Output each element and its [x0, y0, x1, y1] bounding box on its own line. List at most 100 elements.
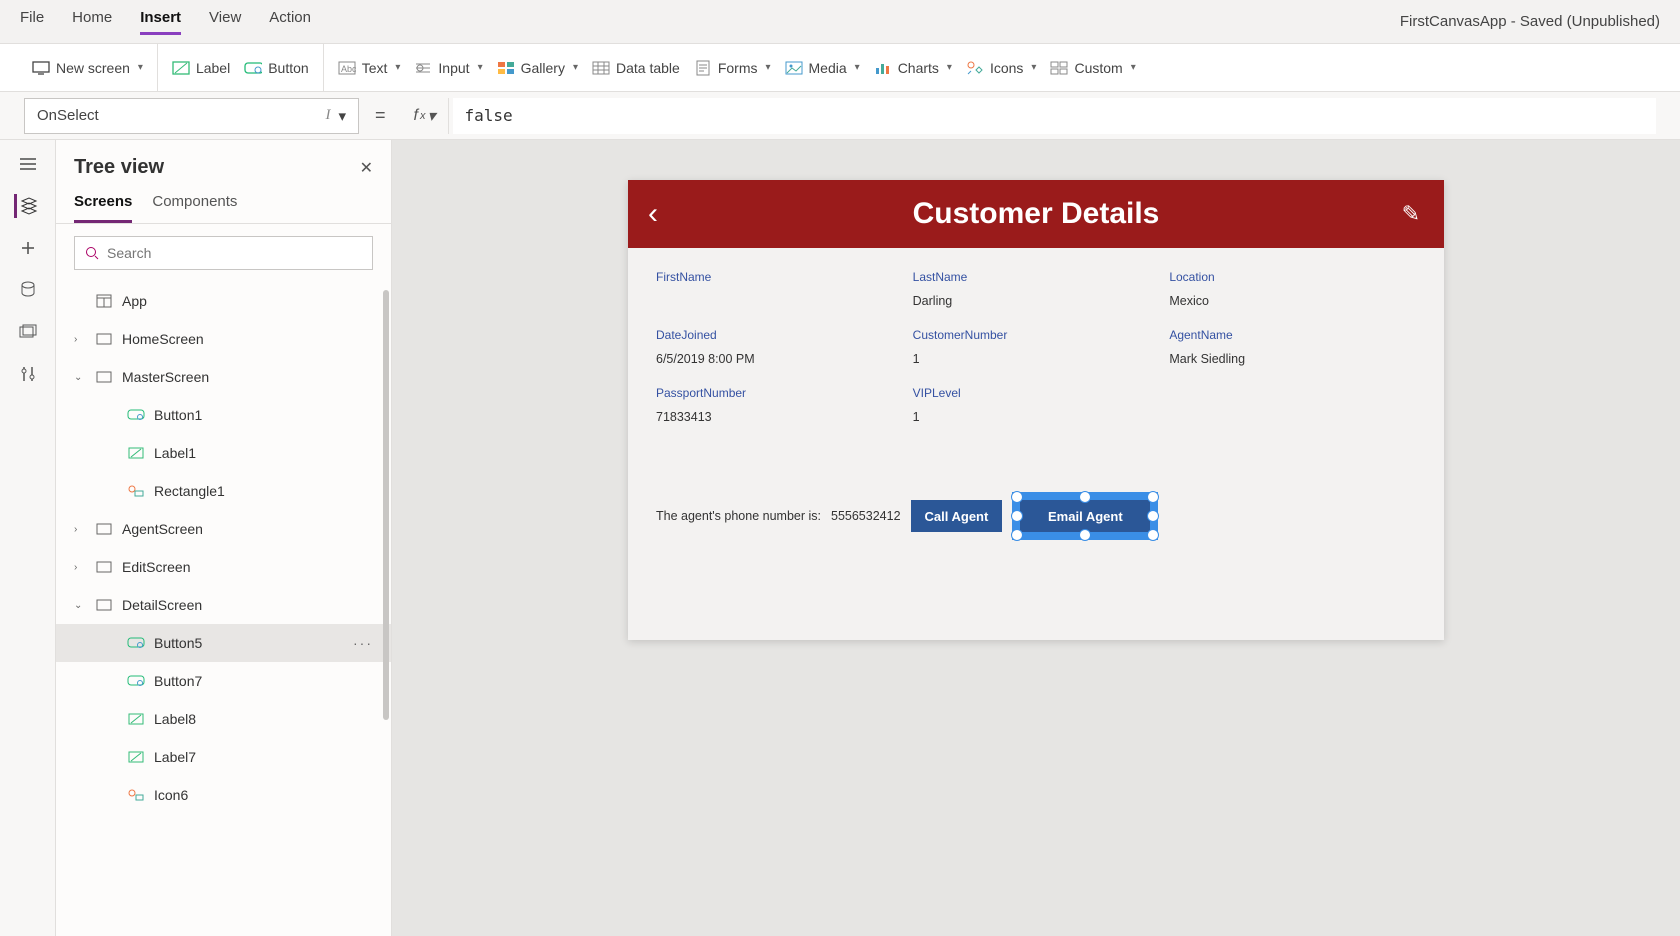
- forms-dropdown[interactable]: Forms▾: [694, 59, 771, 77]
- chevron-down-icon: ⌄: [74, 372, 86, 383]
- value-firstname: [656, 294, 903, 318]
- insert-button-button[interactable]: Button: [244, 59, 308, 77]
- tree-node-masterscreen[interactable]: ⌄ MasterScreen: [56, 358, 391, 396]
- insert-label-text: Label: [196, 60, 230, 76]
- menu-home[interactable]: Home: [72, 9, 112, 35]
- insert-button-text: Button: [268, 60, 308, 76]
- insert-label-button[interactable]: Label: [172, 59, 230, 77]
- new-screen-label: New screen: [56, 60, 130, 76]
- custom-dropdown[interactable]: Custom▾: [1050, 59, 1135, 77]
- value-location: Mexico: [1169, 294, 1416, 318]
- formula-input[interactable]: [453, 98, 1657, 134]
- hamburger-icon[interactable]: [16, 152, 40, 176]
- screen-node-icon: [94, 596, 114, 614]
- edit-icon[interactable]: ✎: [1402, 201, 1420, 227]
- tree-view-title: Tree view: [74, 156, 164, 179]
- chevron-down-icon: ▾: [427, 106, 435, 126]
- resize-handle[interactable]: [1147, 529, 1159, 541]
- selected-control[interactable]: Email Agent: [1012, 492, 1158, 540]
- tree-node-label1[interactable]: Label1: [56, 434, 391, 472]
- tab-components[interactable]: Components: [152, 187, 237, 223]
- new-screen-button[interactable]: New screen ▾: [32, 59, 143, 77]
- label-lastname: LastName: [913, 266, 1160, 288]
- back-icon[interactable]: ‹: [648, 197, 658, 231]
- tree-node-app[interactable]: App: [56, 282, 391, 320]
- button-node-icon: [126, 672, 146, 690]
- resize-handle[interactable]: [1079, 529, 1091, 541]
- menu-insert[interactable]: Insert: [140, 9, 181, 35]
- chevron-right-icon: ›: [74, 524, 86, 535]
- insert-icon[interactable]: [16, 236, 40, 260]
- screen-node-icon: [94, 558, 114, 576]
- chevron-down-icon: ▾: [1131, 62, 1136, 73]
- resize-handle[interactable]: [1147, 491, 1159, 503]
- tree-search-input[interactable]: [107, 245, 362, 261]
- tree-node-label7[interactable]: Label7: [56, 738, 391, 776]
- email-agent-button[interactable]: Email Agent: [1020, 500, 1150, 532]
- label-vip: VIPLevel: [913, 382, 1160, 404]
- text-icon: Abc: [338, 59, 356, 77]
- menu-view[interactable]: View: [209, 9, 241, 35]
- tree-node-homescreen[interactable]: › HomeScreen: [56, 320, 391, 358]
- screen-node-icon: [94, 520, 114, 538]
- icons-icon: [966, 59, 984, 77]
- tree-view-icon[interactable]: [14, 194, 38, 218]
- chevron-down-icon: ⌄: [74, 600, 86, 611]
- chevron-right-icon: ›: [74, 334, 86, 345]
- resize-handle[interactable]: [1011, 510, 1023, 522]
- tree-node-label8[interactable]: Label8: [56, 700, 391, 738]
- scrollbar[interactable]: [383, 290, 389, 720]
- tree-node-button1[interactable]: Button1: [56, 396, 391, 434]
- icons-dropdown[interactable]: Icons▾: [966, 59, 1037, 77]
- label-datejoined: DateJoined: [656, 324, 903, 346]
- gallery-dropdown[interactable]: Gallery▾: [497, 59, 578, 77]
- label-passport: PassportNumber: [656, 382, 903, 404]
- media-rail-icon[interactable]: [16, 320, 40, 344]
- agent-phone-label: The agent's phone number is:: [656, 509, 821, 523]
- label-agentname: AgentName: [1169, 324, 1416, 346]
- menu-action[interactable]: Action: [269, 9, 311, 35]
- menu-file[interactable]: File: [20, 9, 44, 35]
- value-agentname: Mark Siedling: [1169, 352, 1416, 376]
- media-dropdown[interactable]: Media▾: [785, 59, 860, 77]
- screen-title: Customer Details: [913, 197, 1160, 231]
- tab-screens[interactable]: Screens: [74, 187, 132, 223]
- tree-node-rectangle1[interactable]: Rectangle1: [56, 472, 391, 510]
- datatable-button[interactable]: Data table: [592, 59, 680, 77]
- close-icon[interactable]: ✕: [360, 158, 373, 178]
- resize-handle[interactable]: [1011, 529, 1023, 541]
- tree-node-editscreen[interactable]: › EditScreen: [56, 548, 391, 586]
- button-node-icon: [126, 634, 146, 652]
- more-icon[interactable]: ···: [353, 635, 373, 651]
- resize-handle[interactable]: [1147, 510, 1159, 522]
- value-custnum: 1: [913, 352, 1160, 376]
- call-agent-button[interactable]: Call Agent: [911, 500, 1003, 532]
- chevron-down-icon: ▾: [395, 62, 400, 73]
- label-node-icon: [126, 444, 146, 462]
- property-name: OnSelect: [37, 107, 99, 124]
- property-selector[interactable]: OnSelect I▾: [24, 98, 359, 134]
- agent-phone-value: 5556532412: [831, 509, 901, 523]
- text-dropdown[interactable]: Abc Text▾: [338, 59, 401, 77]
- label-custnum: CustomerNumber: [913, 324, 1160, 346]
- data-icon[interactable]: [16, 278, 40, 302]
- tree-node-button7[interactable]: Button7: [56, 662, 391, 700]
- tree-node-button5[interactable]: Button5 ···: [56, 624, 391, 662]
- tools-icon[interactable]: [16, 362, 40, 386]
- text-cursor-icon: I: [325, 107, 330, 124]
- media-icon: [785, 59, 803, 77]
- chevron-right-icon: ›: [74, 562, 86, 573]
- search-icon: [85, 246, 99, 260]
- label-icon: [172, 59, 190, 77]
- tree-search-box[interactable]: [74, 236, 373, 270]
- screen-node-icon: [94, 368, 114, 386]
- charts-dropdown[interactable]: Charts▾: [874, 59, 952, 77]
- tree-node-agentscreen[interactable]: › AgentScreen: [56, 510, 391, 548]
- tree-node-icon6[interactable]: Icon6: [56, 776, 391, 814]
- fx-label[interactable]: fx ▾: [402, 98, 449, 134]
- input-dropdown[interactable]: Input▾: [414, 59, 482, 77]
- tree-node-detailscreen[interactable]: ⌄ DetailScreen: [56, 586, 391, 624]
- screen-header: ‹ Customer Details ✎: [628, 180, 1444, 248]
- resize-handle[interactable]: [1079, 491, 1091, 503]
- canvas-screen[interactable]: ‹ Customer Details ✎ FirstName LastName …: [628, 180, 1444, 640]
